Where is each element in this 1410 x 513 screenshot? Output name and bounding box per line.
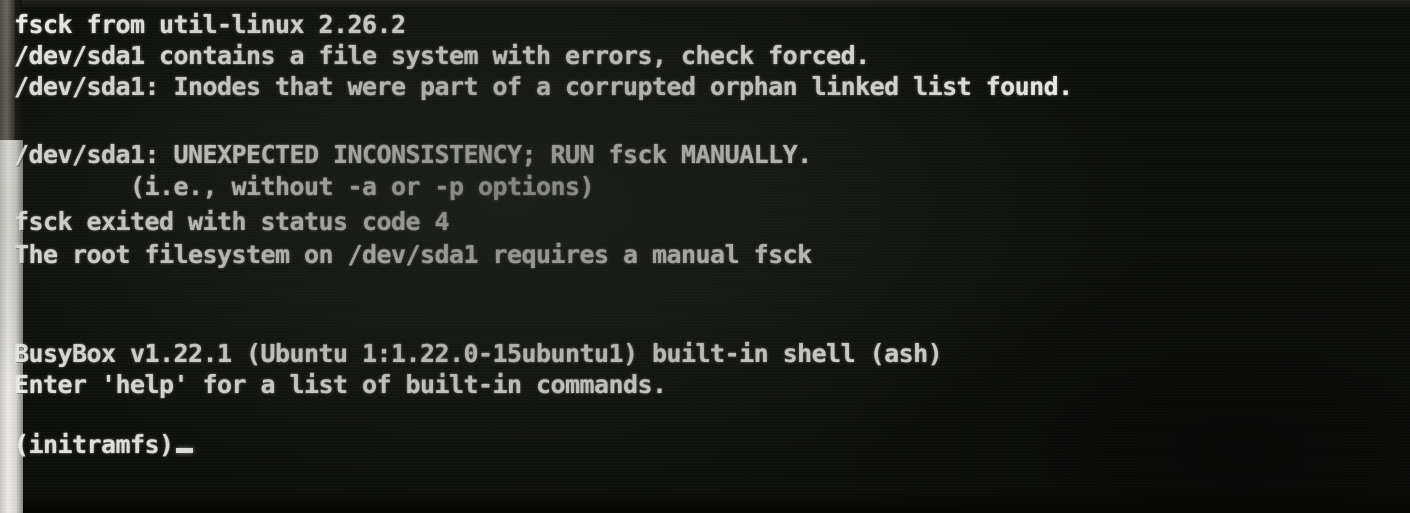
terminal-line-orphan-inodes: /dev/sda1: Inodes that were part of a co… bbox=[14, 72, 1073, 101]
terminal-line-contains-errors: /dev/sda1 contains a file system with er… bbox=[14, 41, 870, 70]
terminal-line-exit-status: fsck exited with status code 4 bbox=[14, 207, 450, 236]
monitor-photo: fsck from util-linux 2.26.2 /dev/sda1 co… bbox=[0, 0, 1410, 513]
terminal-line-options-hint: (i.e., without -a or -p options) bbox=[14, 172, 595, 201]
text-cursor bbox=[175, 448, 193, 453]
prompt-label: (initramfs) bbox=[14, 430, 174, 459]
terminal-line-fsck-version: fsck from util-linux 2.26.2 bbox=[14, 10, 406, 39]
monitor-bezel-bottom bbox=[23, 487, 1410, 513]
terminal-output[interactable]: fsck from util-linux 2.26.2 /dev/sda1 co… bbox=[14, 2, 1410, 502]
terminal-line-manual-fsck-required: The root filesystem on /dev/sda1 require… bbox=[14, 240, 812, 269]
terminal-line-unexpected-inconsistency: /dev/sda1: UNEXPECTED INCONSISTENCY; RUN… bbox=[14, 140, 812, 169]
terminal-line-help-hint: Enter 'help' for a list of built-in comm… bbox=[14, 370, 667, 399]
terminal-line-busybox-banner: BusyBox v1.22.1 (Ubuntu 1:1.22.0-15ubunt… bbox=[14, 339, 943, 368]
monitor-bezel-left-upper bbox=[0, 0, 15, 152]
terminal-prompt-line[interactable]: (initramfs) bbox=[14, 430, 193, 460]
